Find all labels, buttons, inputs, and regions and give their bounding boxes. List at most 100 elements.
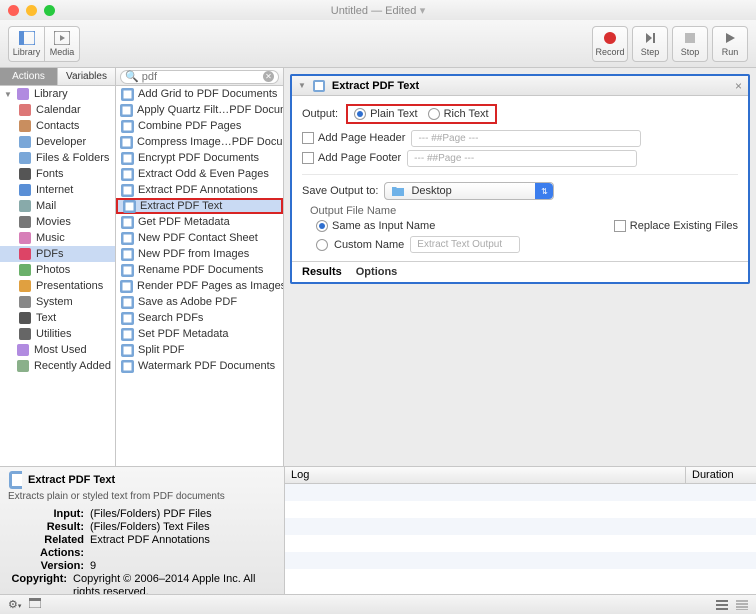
action-item[interactable]: Extract PDF Annotations <box>116 182 283 198</box>
view-list-icon[interactable] <box>716 600 728 610</box>
radio-custom-name[interactable]: Custom Name Extract Text Output <box>316 236 520 253</box>
workflow-toggle-icon[interactable] <box>29 598 41 611</box>
library-item[interactable]: Text <box>0 310 115 326</box>
info-title: Extract PDF Text <box>28 474 115 486</box>
info-description: Extracts plain or styled text from PDF d… <box>8 491 276 502</box>
step-button[interactable]: Step <box>632 26 668 62</box>
action-item[interactable]: Compress Image…PDF Documents <box>116 134 283 150</box>
smart-folder-icon <box>16 343 30 357</box>
chevron-updown-icon: ⇅ <box>535 183 553 199</box>
action-item[interactable]: Render PDF Pages as Images <box>116 278 283 294</box>
library-item[interactable]: Internet <box>0 182 115 198</box>
library-item[interactable]: Music <box>0 230 115 246</box>
save-destination-combo[interactable]: Desktop ⇅ <box>384 182 554 200</box>
library-item[interactable]: Fonts <box>0 166 115 182</box>
action-item[interactable]: Search PDFs <box>116 310 283 326</box>
pdf-action-icon <box>120 247 134 261</box>
pdf-icon <box>312 79 326 93</box>
footer-field[interactable]: --- ##Page --- <box>407 150 637 167</box>
clear-search-icon[interactable]: ✕ <box>263 71 274 82</box>
action-item[interactable]: Extract Odd & Even Pages <box>116 166 283 182</box>
action-item[interactable]: Apply Quartz Filt…PDF Documents <box>116 102 283 118</box>
close-icon[interactable]: × <box>735 79 742 93</box>
pdf-action-icon <box>120 311 134 325</box>
library-item[interactable]: Movies <box>0 214 115 230</box>
action-info-panel: Extract PDF Text Extracts plain or style… <box>0 466 284 594</box>
action-item[interactable]: Watermark PDF Documents <box>116 358 283 374</box>
category-icon <box>18 263 32 277</box>
library-item[interactable]: Developer <box>0 134 115 150</box>
header-field[interactable]: --- ##Page --- <box>411 130 641 147</box>
gear-icon[interactable]: ⚙︎▾ <box>8 598 21 611</box>
tab-options[interactable]: Options <box>356 266 398 278</box>
radio-rich-text[interactable]: Rich Text <box>428 108 489 120</box>
action-item[interactable]: Encrypt PDF Documents <box>116 150 283 166</box>
smart-folder-icon <box>16 359 30 373</box>
library-button[interactable]: Library <box>8 26 44 62</box>
workflow-action[interactable]: ▼ Extract PDF Text × Output: Plain Text … <box>290 74 750 284</box>
run-icon <box>722 30 738 46</box>
log-header-duration[interactable]: Duration <box>686 467 756 483</box>
step-icon <box>642 30 658 46</box>
disclosure-icon[interactable]: ▼ <box>298 81 306 90</box>
search-input[interactable]: 🔍 pdf ✕ <box>120 70 279 84</box>
library-item[interactable]: Contacts <box>0 118 115 134</box>
radio-plain-text[interactable]: Plain Text <box>354 108 418 120</box>
titlebar: Untitled — Edited ▾ <box>0 0 756 20</box>
category-icon <box>18 247 32 261</box>
library-item[interactable]: PDFs <box>0 246 115 262</box>
pdf-action-icon <box>120 231 134 245</box>
library-smart-item[interactable]: Recently Added <box>0 358 115 374</box>
pdf-action-icon <box>120 279 133 293</box>
pdf-action-icon <box>120 119 134 133</box>
pdf-action-icon <box>120 103 133 117</box>
record-icon <box>602 30 618 46</box>
library-item[interactable]: Photos <box>0 262 115 278</box>
radio-same-name[interactable]: Same as Input Name <box>316 220 520 232</box>
library-smart-item[interactable]: Most Used <box>0 342 115 358</box>
action-item[interactable]: Combine PDF Pages <box>116 118 283 134</box>
record-button[interactable]: Record <box>592 26 628 62</box>
workflow-title: Extract PDF Text <box>332 80 419 92</box>
library-item[interactable]: Utilities <box>0 326 115 342</box>
action-item[interactable]: New PDF Contact Sheet <box>116 230 283 246</box>
media-button[interactable]: Media <box>44 26 80 62</box>
library-item[interactable]: Calendar <box>0 102 115 118</box>
pdf-action-icon <box>120 295 134 309</box>
info-row: Related Actions:Extract PDF Annotations <box>8 534 276 560</box>
check-add-header[interactable]: Add Page Header <box>302 132 405 144</box>
stop-button[interactable]: Stop <box>672 26 708 62</box>
tab-actions[interactable]: Actions <box>0 68 58 85</box>
check-add-footer[interactable]: Add Page Footer <box>302 152 401 164</box>
tab-results[interactable]: Results <box>302 266 342 278</box>
library-root[interactable]: ▼Library <box>0 86 115 102</box>
log-header-log[interactable]: Log <box>285 467 686 483</box>
library-item[interactable]: System <box>0 294 115 310</box>
action-item[interactable]: Rename PDF Documents <box>116 262 283 278</box>
view-columns-icon[interactable] <box>736 600 748 610</box>
library-item[interactable]: Mail <box>0 198 115 214</box>
category-icon <box>18 119 32 133</box>
sidebar-tabs: Actions Variables <box>0 68 115 86</box>
category-icon <box>18 295 32 309</box>
action-item[interactable]: Get PDF Metadata <box>116 214 283 230</box>
tab-variables[interactable]: Variables <box>58 68 115 85</box>
pdf-action-icon <box>120 87 134 101</box>
library-item[interactable]: Presentations <box>0 278 115 294</box>
action-item[interactable]: Extract PDF Text <box>116 198 283 214</box>
action-item[interactable]: Add Grid to PDF Documents <box>116 86 283 102</box>
run-button[interactable]: Run <box>712 26 748 62</box>
custom-name-field[interactable]: Extract Text Output <box>410 236 520 253</box>
library-item[interactable]: Files & Folders <box>0 150 115 166</box>
pdf-action-icon <box>120 327 134 341</box>
action-item[interactable]: New PDF from Images <box>116 246 283 262</box>
pdf-action-icon <box>120 135 133 149</box>
action-item[interactable]: Save as Adobe PDF <box>116 294 283 310</box>
pdf-action-icon <box>120 183 134 197</box>
action-item[interactable]: Set PDF Metadata <box>116 326 283 342</box>
window-title: Untitled — Edited ▾ <box>0 3 756 17</box>
stop-icon <box>682 30 698 46</box>
action-item[interactable]: Split PDF <box>116 342 283 358</box>
output-highlight: Plain Text Rich Text <box>346 104 497 124</box>
check-replace-existing[interactable]: Replace Existing Files <box>614 220 738 232</box>
